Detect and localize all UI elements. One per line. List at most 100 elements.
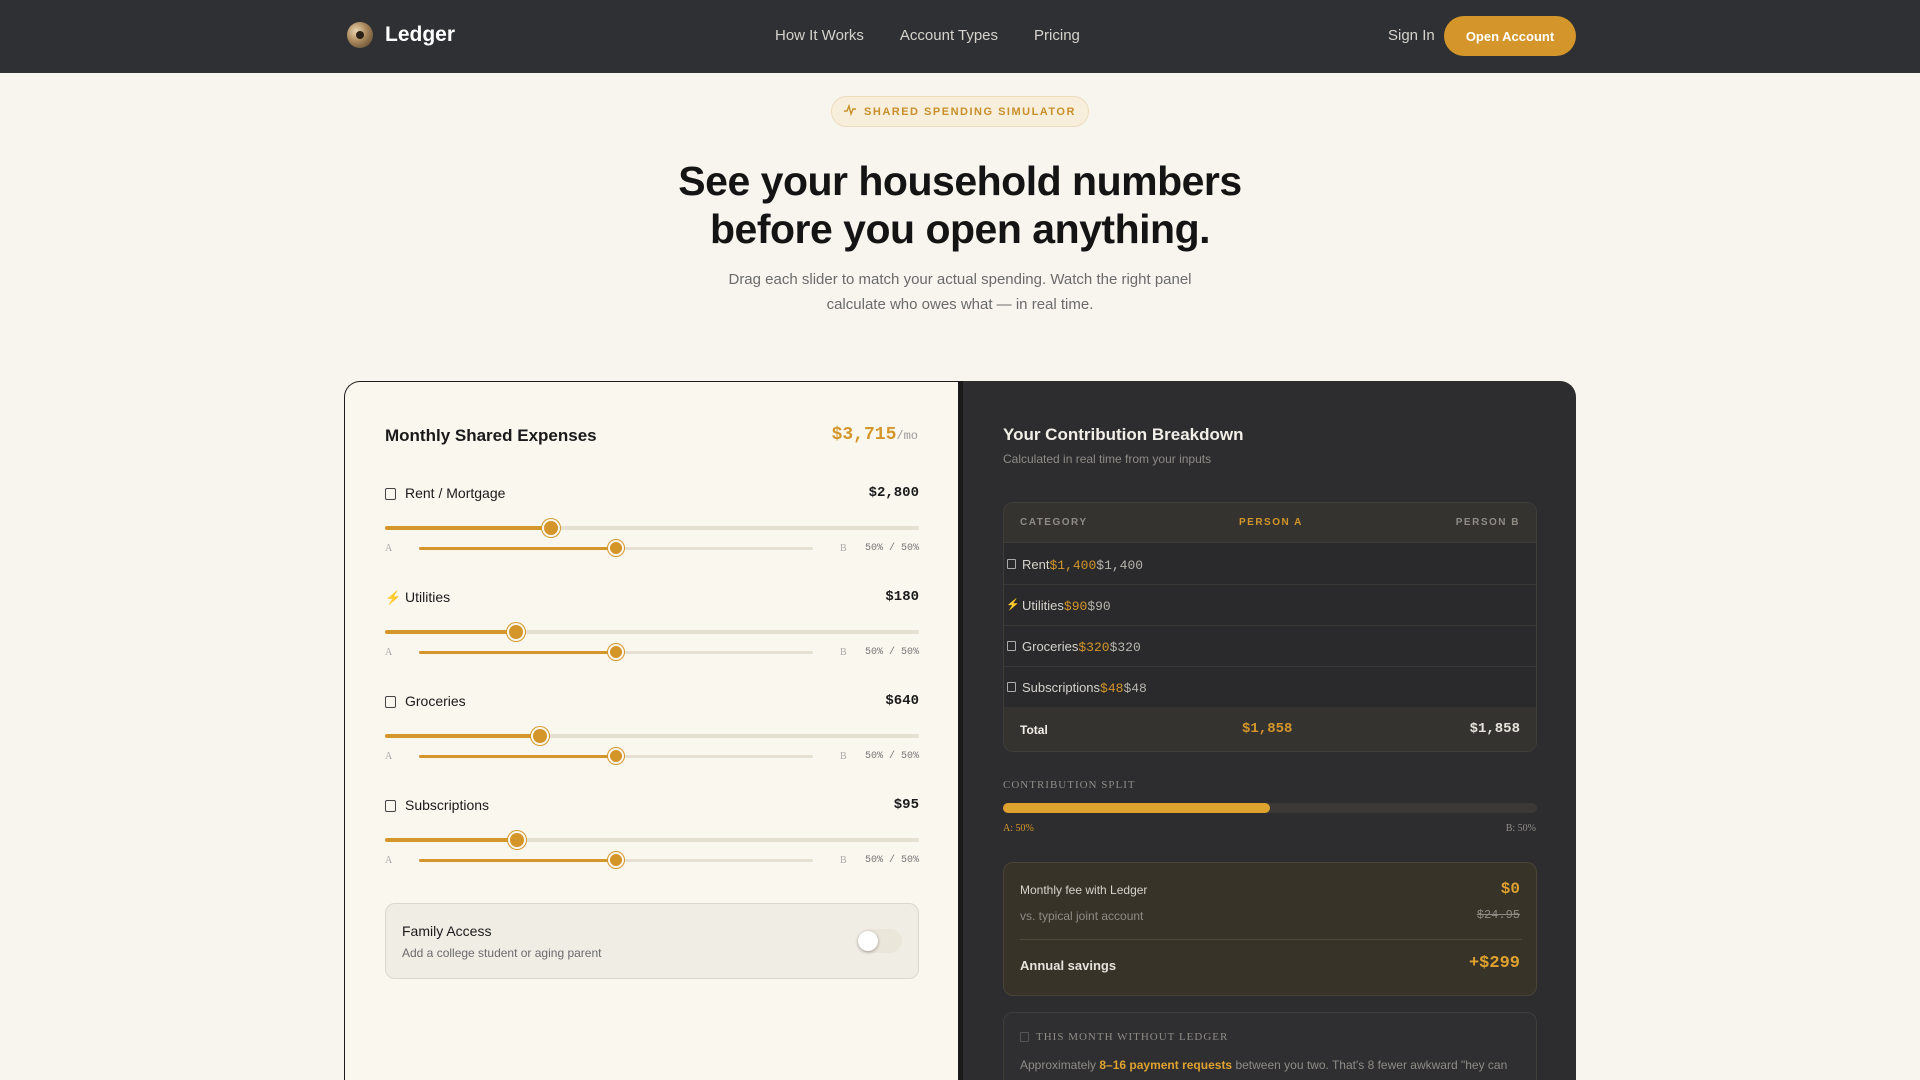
- nav-link-account-types[interactable]: Account Types: [900, 27, 998, 44]
- badge-label: SHARED SPENDING SIMULATOR: [864, 105, 1076, 118]
- row-person-b: $48: [1123, 681, 1147, 696]
- row-person-a: $1,400: [1049, 558, 1097, 573]
- bolt-icon: ⚡: [1006, 599, 1020, 611]
- table-header: CATEGORY PERSON A PERSON B: [1004, 503, 1536, 543]
- savings-label: Annual savings: [1020, 958, 1117, 973]
- row-category: Groceries: [1022, 639, 1079, 654]
- table-row: Groceries$320$320: [1004, 626, 1536, 667]
- expense-subscriptions: Subscriptions $95 A B 50% / 50%: [385, 795, 919, 885]
- total-amount: $3,715: [831, 425, 897, 445]
- person-a-label: A: [385, 543, 393, 554]
- expense-amount: $180: [885, 589, 919, 605]
- row-person-b: $90: [1087, 599, 1111, 614]
- logo-icon: [347, 22, 373, 48]
- expense-amount: $640: [885, 693, 919, 709]
- amount-slider[interactable]: [385, 831, 919, 849]
- header-category: CATEGORY: [1020, 517, 1088, 528]
- header-person-b: PERSON B: [1455, 517, 1520, 528]
- page-title: See your household numbers before you op…: [560, 157, 1360, 253]
- title-line-2: before you open anything.: [709, 206, 1211, 252]
- table-row: ⚡ Utilities$90$90: [1004, 585, 1536, 626]
- bolt-icon: ⚡: [385, 590, 402, 605]
- row-person-a: $320: [1078, 640, 1110, 655]
- table-row: Rent$1,400$1,400: [1004, 544, 1536, 585]
- header-person-a: PERSON A: [1239, 517, 1303, 528]
- expense-rent: Rent / Mortgage $2,800 A B 50% / 50%: [385, 483, 919, 573]
- amount-slider-thumb[interactable]: [508, 831, 527, 849]
- brand-name: Ledger: [385, 23, 456, 46]
- split-b-label: B: 50%: [1505, 823, 1536, 834]
- person-b-label: B: [840, 543, 847, 554]
- simulator-badge: SHARED SPENDING SIMULATOR: [831, 96, 1089, 127]
- expense-name: Groceries: [405, 693, 466, 709]
- subscriptions-icon: [1007, 682, 1016, 692]
- title-line-1: See your household numbers: [678, 158, 1242, 204]
- amount-slider[interactable]: [385, 623, 919, 641]
- contribution-table: CATEGORY PERSON A PERSON B Rent$1,400$1,…: [1003, 502, 1537, 752]
- row-category: Rent: [1022, 557, 1050, 572]
- row-person-a: $48: [1100, 681, 1124, 696]
- expense-utilities: ⚡ Utilities $180 A B 50% / 50%: [385, 587, 919, 677]
- split-slider[interactable]: [419, 644, 813, 660]
- divider: [1020, 939, 1522, 940]
- contribution-split-label: CONTRIBUTION SPLIT: [1003, 779, 1136, 791]
- family-access-toggle[interactable]: [858, 929, 902, 953]
- expenses-panel: Monthly Shared Expenses $3,715/mo Rent /…: [344, 381, 958, 1080]
- fee-label: Monthly fee with Ledger: [1020, 883, 1148, 897]
- amount-slider-thumb[interactable]: [506, 623, 525, 641]
- split-percent: 50% / 50%: [864, 855, 919, 866]
- compare-label: vs. typical joint account: [1020, 909, 1144, 923]
- without-ledger-card: THIS MONTH WITHOUT LEDGER Approximately …: [1003, 1012, 1537, 1080]
- row-category: Subscriptions: [1022, 680, 1101, 695]
- person-b-label: B: [840, 855, 847, 866]
- brand[interactable]: Ledger: [347, 22, 455, 48]
- breakdown-subtitle: Calculated in real time from your inputs: [1003, 452, 1212, 466]
- split-slider-thumb[interactable]: [608, 852, 624, 868]
- pulse-icon: [844, 103, 857, 119]
- nav-link-how-it-works[interactable]: How It Works: [775, 27, 864, 44]
- subtitle-line-1: Drag each slider to match your actual sp…: [728, 271, 1192, 288]
- home-icon: [385, 488, 396, 500]
- person-a-label: A: [385, 855, 393, 866]
- savings-value: +$299: [1468, 954, 1520, 973]
- split-a-label: A: 50%: [1003, 823, 1034, 834]
- fee-value: $0: [1500, 880, 1520, 898]
- table-row: Subscriptions$48$48: [1004, 667, 1536, 708]
- row-person-b: $320: [1109, 640, 1141, 655]
- without-ledger-text: Approximately 8–16 payment requests betw…: [1020, 1055, 1524, 1080]
- total-label: Total: [1020, 723, 1048, 737]
- split-slider-thumb[interactable]: [608, 644, 624, 660]
- nav-link-pricing[interactable]: Pricing: [1034, 27, 1080, 44]
- calendar-icon: [1020, 1032, 1029, 1042]
- person-b-label: B: [840, 647, 847, 658]
- expense-groceries: Groceries $640 A B 50% / 50%: [385, 691, 919, 781]
- split-slider-thumb[interactable]: [608, 540, 624, 556]
- expense-amount: $2,800: [868, 485, 919, 501]
- amount-slider-thumb[interactable]: [541, 519, 560, 537]
- breakdown-title: Your Contribution Breakdown: [1003, 425, 1244, 444]
- split-percent: 50% / 50%: [864, 751, 919, 762]
- sign-in-link[interactable]: Sign In: [1388, 27, 1435, 44]
- table-total-row: Total $1,858 $1,858: [1004, 707, 1536, 751]
- compare-value: $24.95: [1476, 908, 1520, 922]
- split-slider[interactable]: [419, 540, 813, 556]
- split-slider-thumb[interactable]: [608, 748, 624, 764]
- subscriptions-icon: [385, 800, 396, 812]
- fee-card: Monthly fee with Ledger $0 vs. typical j…: [1003, 862, 1537, 996]
- family-access-subtitle: Add a college student or aging parent: [402, 946, 602, 960]
- amount-slider-thumb[interactable]: [530, 727, 549, 745]
- split-percent: 50% / 50%: [864, 543, 919, 554]
- person-a-label: A: [385, 751, 393, 762]
- breakdown-panel: Your Contribution Breakdown Calculated i…: [958, 381, 1576, 1080]
- split-slider[interactable]: [419, 748, 813, 764]
- amount-slider[interactable]: [385, 519, 919, 537]
- amount-slider[interactable]: [385, 727, 919, 745]
- expense-amount: $95: [893, 797, 919, 813]
- family-access-card: Family Access Add a college student or a…: [385, 903, 919, 979]
- expense-name: Utilities: [405, 589, 451, 605]
- split-slider[interactable]: [419, 852, 813, 868]
- contribution-split-fill: [1003, 803, 1270, 813]
- split-percent: 50% / 50%: [864, 647, 919, 658]
- person-b-label: B: [840, 751, 847, 762]
- open-account-button[interactable]: Open Account: [1444, 16, 1576, 56]
